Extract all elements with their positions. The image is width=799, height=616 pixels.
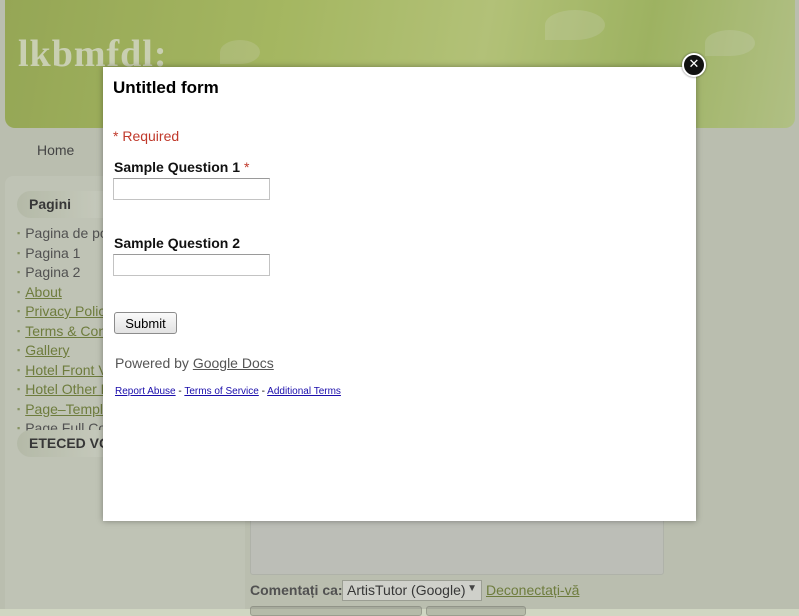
- google-docs-link[interactable]: Google Docs: [193, 355, 274, 371]
- form-modal: Untitled form * Required Sample Question…: [103, 67, 696, 521]
- question-2-label: Sample Question 2: [114, 235, 240, 251]
- required-note: * Required: [113, 128, 180, 144]
- footer-links: Report Abuse - Terms of Service - Additi…: [115, 386, 341, 397]
- close-icon[interactable]: ✕: [682, 53, 706, 77]
- terms-link[interactable]: Terms of Service: [184, 386, 258, 397]
- report-abuse-link[interactable]: Report Abuse: [115, 386, 176, 397]
- question-1-label: Sample Question 1 *: [114, 159, 249, 175]
- powered-prefix: Powered by: [115, 355, 189, 371]
- additional-terms-link[interactable]: Additional Terms: [267, 386, 341, 397]
- question-label-text: Sample Question 1: [114, 159, 241, 175]
- question-1-input[interactable]: [113, 178, 270, 200]
- powered-by: Powered by Google Docs: [115, 355, 274, 371]
- question-label-text: Sample Question 2: [114, 235, 241, 251]
- question-2-input[interactable]: [113, 254, 270, 276]
- separator: -: [261, 386, 265, 397]
- separator: -: [178, 386, 182, 397]
- required-star: *: [243, 159, 250, 175]
- form-title: Untitled form: [113, 78, 219, 97]
- submit-button[interactable]: Submit: [114, 312, 177, 334]
